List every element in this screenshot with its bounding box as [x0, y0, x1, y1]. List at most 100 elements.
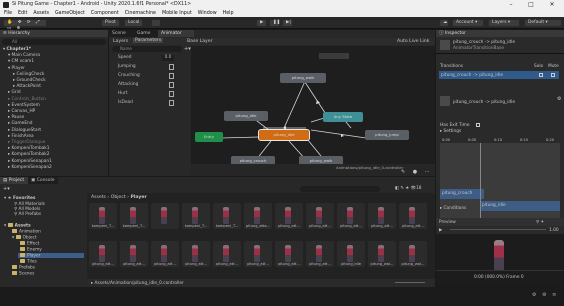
collab-cloud-icon[interactable]: ☁ — [439, 19, 449, 27]
layout-dropdown[interactable]: Default ▾ — [524, 19, 562, 27]
settings-foldout[interactable]: ▸ Settings — [440, 129, 461, 134]
state-node-topmost[interactable] — [319, 53, 349, 59]
parameter-checkbox[interactable] — [169, 64, 174, 70]
transform-tools[interactable]: ✋ ✥ ⟳ ⤢ ▭ ⊕ — [3, 19, 47, 31]
scene-root-item[interactable]: ▾ Chapter1* — [3, 47, 31, 53]
asset-thumbnail[interactable]: pitung_att... — [306, 203, 334, 229]
settings-gear-icon[interactable]: ⚙ — [557, 96, 561, 102]
minimize-button[interactable]: – — [502, 0, 520, 9]
state-node-jump[interactable]: pitung_jump — [365, 130, 409, 140]
parameter-row[interactable]: Attacking — [112, 81, 182, 89]
maximize-button[interactable]: □ — [522, 0, 540, 9]
transition-start-marker[interactable] — [480, 143, 481, 225]
asset-thumbnail[interactable]: pitung_att... — [368, 203, 396, 229]
asset-thumbnail[interactable]: pitung_att... — [244, 241, 272, 267]
hierarchy-item[interactable]: ▸ KompeniTombak2 — [8, 152, 50, 158]
pause-button[interactable]: ❚❚ — [269, 19, 280, 27]
tab-hierarchy[interactable]: ≡ Hierarchy — [0, 30, 108, 37]
asset-thumbnail[interactable]: kompeni_T... — [182, 203, 210, 229]
hierarchy-item[interactable]: ▸ GroundCheck — [13, 78, 46, 84]
menu-help[interactable]: Help — [223, 11, 234, 16]
asset-thumbnail[interactable]: pitung_att... — [213, 241, 241, 267]
state-node-default-idle[interactable]: pitung_idle — [258, 129, 310, 141]
menu-edit[interactable]: Edit — [18, 11, 27, 16]
add-parameter-button[interactable]: +▾ — [184, 46, 191, 52]
breadcrumb-assets[interactable]: Assets — [91, 195, 106, 200]
project-toolbar-icons[interactable]: ◧ ✎ ★ 👁18 — [395, 186, 422, 191]
parameter-value-field[interactable]: 0.0 — [162, 55, 174, 61]
hierarchy-item[interactable]: ▸ DialogueStart — [8, 128, 41, 134]
parameters-tab[interactable]: Parameters — [133, 38, 164, 43]
hierarchy-item[interactable]: ▸ Canvas_HP — [8, 109, 35, 115]
step-button[interactable]: ▶| — [282, 19, 293, 27]
animator-graph[interactable]: pitung_walk pitung_idle Any State Entry … — [191, 46, 435, 166]
asset-thumbnail[interactable]: pitung_idle — [337, 241, 365, 267]
asset-thumbnail[interactable]: pitung_wal... — [399, 241, 427, 267]
project-search-input[interactable] — [300, 186, 380, 192]
param-search-input[interactable]: Name — [112, 46, 182, 52]
favorites-folder[interactable]: ▾ ★ Favorites — [4, 196, 35, 201]
hierarchy-item[interactable]: ▸ KompeniSenapan1 — [8, 159, 52, 165]
state-node-entry[interactable]: Entry — [195, 132, 223, 142]
graph-tool-icons[interactable]: ✎ ● ⋯ — [401, 169, 433, 175]
parameter-checkbox[interactable] — [169, 100, 174, 106]
asset-thumbnail[interactable]: pitung_att... — [337, 203, 365, 229]
auto-live-link-toggle[interactable]: Auto Live Link — [397, 39, 429, 44]
transition-timeline[interactable]: 0:00 0:05 0:10 0:15 0:20 pitung_crouch pitun… — [440, 137, 560, 225]
tab-game[interactable]: Game — [134, 30, 158, 37]
hierarchy-item[interactable]: ▾ Player — [8, 66, 25, 72]
menu-mobile-input[interactable]: Mobile Input — [162, 11, 192, 16]
layers-dropdown[interactable]: Layers ▾ — [488, 19, 520, 27]
asset-thumbnail[interactable]: pitung_att... — [399, 203, 427, 229]
folder-player[interactable]: Player — [18, 253, 84, 259]
pivot-button[interactable]: Pivot — [101, 19, 120, 27]
parameter-checkbox[interactable] — [169, 82, 174, 88]
create-button[interactable]: +▾ — [3, 186, 10, 192]
folder-animation[interactable]: Animation — [12, 229, 41, 234]
hierarchy-item[interactable]: ▸ Controls_Button — [8, 97, 46, 103]
preview-avatar-icon[interactable]: ⚲ ✦ — [536, 220, 544, 225]
clip-b-bar[interactable]: pitung_idle — [480, 201, 560, 211]
hierarchy-item[interactable]: ▸ AttackPoint — [13, 84, 41, 90]
menu-component[interactable]: Component — [91, 11, 119, 16]
layers-tab[interactable]: Layers — [113, 39, 128, 44]
asset-thumbnail[interactable] — [151, 203, 179, 229]
hierarchy-item[interactable]: ▸ GameEnd — [8, 121, 33, 127]
folder-effect[interactable]: Effect — [20, 241, 39, 246]
asset-thumbnail[interactable]: pitung_atta... — [244, 203, 272, 229]
asset-thumbnail[interactable]: pitung_wal... — [368, 241, 396, 267]
tab-console[interactable]: ▣ Console — [28, 177, 58, 184]
asset-thumbnail[interactable]: pitung_att... — [89, 241, 117, 267]
asset-thumbnail[interactable]: pitung_att... — [151, 241, 179, 267]
parameter-row[interactable]: Speed 0.0 — [112, 54, 182, 62]
parameter-row[interactable]: Jumping — [112, 63, 182, 71]
tab-scene[interactable]: Scene — [109, 30, 134, 37]
conditions-foldout[interactable]: ▸ Conditions — [440, 206, 466, 211]
hierarchy-item[interactable]: ▸ Grid — [8, 90, 21, 96]
tab-animator[interactable]: Animator — [158, 30, 194, 37]
asset-thumbnail[interactable]: pitung_att... — [182, 241, 210, 267]
state-node-any-state[interactable]: Any State — [323, 112, 363, 122]
solo-checkbox[interactable] — [539, 73, 543, 77]
hierarchy-item[interactable]: ▸ CeilingCheck — [13, 72, 44, 78]
folder-scenes[interactable]: Scenes — [12, 271, 34, 276]
asset-thumbnail[interactable]: kompeni_T... — [120, 203, 148, 229]
transition-list-item[interactable]: pitung_crouch -> pitung_idle — [439, 71, 559, 79]
breadcrumb-object[interactable]: Object — [111, 195, 126, 200]
folder-tiles[interactable]: Tiles — [20, 259, 37, 264]
asset-thumbnail[interactable]: pitung_att... — [120, 241, 148, 267]
fav-all-prefabs[interactable]: ⚲ All Prefabs — [14, 212, 41, 217]
parameter-row[interactable]: IsDead — [112, 99, 182, 107]
asset-thumbnail[interactable]: kompeni_T... — [89, 203, 117, 229]
close-button[interactable]: ✕ — [543, 0, 561, 9]
preview-time-slider[interactable] — [450, 229, 546, 230]
menu-window[interactable]: Window — [198, 11, 217, 16]
has-exit-time-checkbox[interactable] — [476, 123, 480, 127]
status-icons[interactable]: ⚙ ⚙ ≡ — [532, 292, 558, 298]
state-node-top[interactable]: pitung_walk — [280, 73, 326, 83]
mute-checkbox[interactable] — [551, 73, 555, 77]
hierarchy-item[interactable]: ▸ Pause — [8, 115, 24, 121]
tab-project[interactable]: ▤ Project — [0, 177, 28, 184]
clip-a-bar[interactable]: pitung_crouch — [440, 189, 484, 199]
menu-gameobject[interactable]: GameObject — [55, 11, 85, 16]
